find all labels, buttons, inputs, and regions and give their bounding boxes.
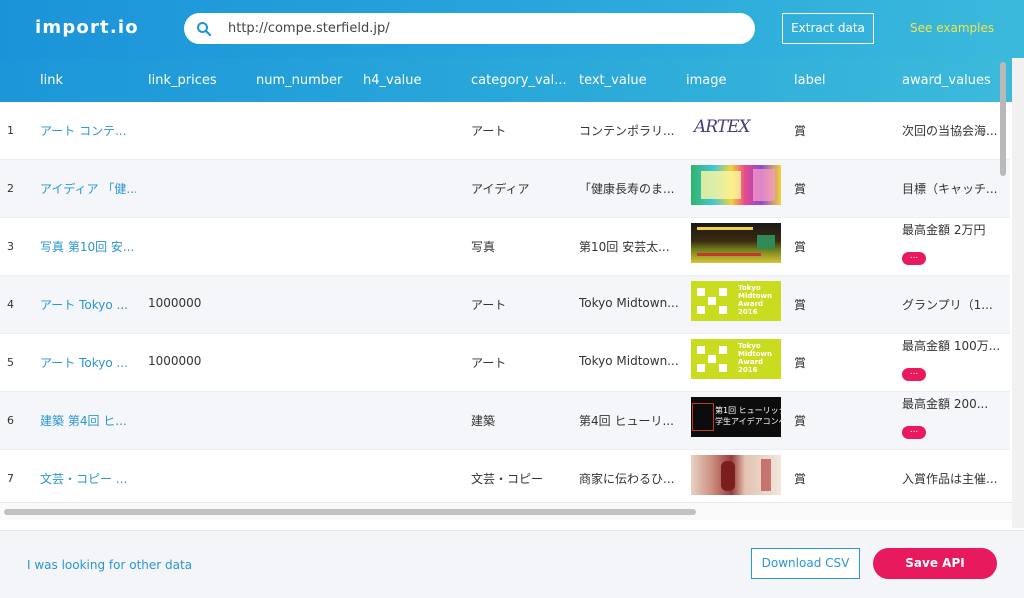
- table-row: 6 建築 第4回 ヒ... 建築 第4回 ヒューリ... 第1回 ヒューリック …: [0, 392, 1010, 450]
- row-text: 商家に伝わるひ...: [579, 472, 675, 486]
- doll-text: [761, 459, 771, 491]
- column-header-link-prices[interactable]: link_prices: [148, 73, 217, 88]
- search-icon: [197, 22, 212, 37]
- extract-data-button[interactable]: Extract data: [782, 13, 874, 44]
- table-row: 7 文芸・コピー ... 文芸・コピー 商家に伝わるひ... 賞 入賞作品は主催…: [0, 450, 1010, 508]
- poster-panel: [701, 171, 741, 199]
- url-input[interactable]: [228, 13, 728, 44]
- row-link[interactable]: アート コンテ...: [40, 122, 136, 139]
- row-image-midtown-award: Tokyo Midtown Award 2016: [691, 281, 781, 321]
- row-link[interactable]: 建築 第4回 ヒ...: [40, 412, 136, 429]
- table-row: 3 写真 第10回 安... 写真 第10回 安芸太... 賞 最高金額 2万円…: [0, 218, 1010, 276]
- row-text: 第4回 ヒューリ...: [579, 414, 674, 428]
- table-row: 5 アート Tokyo ... 1000000 アート Tokyo Midtow…: [0, 334, 1010, 392]
- row-link[interactable]: アート Tokyo ...: [40, 354, 136, 371]
- import-io-logo[interactable]: import.io: [35, 17, 139, 38]
- more-button[interactable]: ...: [902, 426, 926, 439]
- row-text: 「健康長寿のま...: [579, 182, 675, 196]
- url-search-box[interactable]: [184, 13, 755, 44]
- row-image-poster: [691, 165, 781, 205]
- column-header-award-values[interactable]: award_values: [902, 73, 991, 88]
- row-image-dolls: [691, 455, 781, 495]
- vertical-scrollbar[interactable]: [1012, 58, 1024, 528]
- midtown-award-text: Tokyo Midtown Award 2016: [738, 342, 772, 374]
- other-data-link[interactable]: I was looking for other data: [27, 558, 192, 572]
- column-header-category-value[interactable]: category_val...: [471, 73, 567, 88]
- midtown-award-text: Tokyo Midtown Award 2016: [738, 284, 772, 316]
- banner-stripe: [697, 227, 753, 230]
- row-number: 4: [7, 298, 14, 311]
- row-link[interactable]: アイディア 「健...: [40, 180, 136, 197]
- row-image-artex: ARTEX: [691, 107, 781, 147]
- column-header-h4-value[interactable]: h4_value: [363, 73, 422, 88]
- row-award: 目標（キャッチ...: [902, 182, 998, 196]
- see-examples-link[interactable]: See examples: [910, 21, 994, 35]
- row-number: 1: [7, 124, 14, 137]
- midtown-award-mark: [697, 346, 727, 372]
- row-link[interactable]: 文芸・コピー ...: [40, 470, 136, 487]
- row-number: 6: [7, 414, 14, 427]
- row-award: 入賞作品は主催...: [902, 472, 998, 486]
- column-header-text-value[interactable]: text_value: [579, 73, 647, 88]
- row-text: 第10回 安芸太...: [579, 240, 670, 254]
- row-number: 3: [7, 240, 14, 253]
- row-category: アート: [471, 298, 507, 312]
- row-text: コンテンポラリ...: [579, 124, 675, 138]
- row-number: 7: [7, 472, 14, 485]
- row-label: 賞: [794, 298, 807, 312]
- row-image-hulic-banner: 第1回 ヒューリック 学生アイデアコンペ: [691, 397, 781, 437]
- row-image-midtown-award: Tokyo Midtown Award 2016: [691, 339, 781, 379]
- row-link[interactable]: 写真 第10回 安...: [40, 238, 136, 255]
- more-button[interactable]: ...: [902, 368, 926, 381]
- row-price: 1000000: [148, 354, 202, 368]
- table-row: 1 アート コンテ... アート コンテンポラリ... ARTEX 賞 次回の当…: [0, 102, 1010, 160]
- row-image-photo-contest: [691, 223, 781, 263]
- row-label: 賞: [794, 240, 807, 254]
- row-category: 建築: [471, 414, 496, 428]
- row-number: 2: [7, 182, 14, 195]
- top-bar: import.io Extract data See examples: [0, 0, 1024, 58]
- row-category: 文芸・コピー: [471, 472, 544, 486]
- banner-stripe: [697, 253, 761, 256]
- footer-bar: I was looking for other data Download CS…: [0, 530, 1024, 598]
- row-label: 賞: [794, 124, 807, 138]
- row-award: 最高金額 200...: [902, 397, 989, 411]
- doll-figure: [721, 461, 735, 491]
- midtown-award-mark: [697, 288, 727, 314]
- table-row: 2 アイディア 「健... アイディア 「健康長寿のま... 賞 目標（キャッチ…: [0, 160, 1010, 218]
- column-header-label[interactable]: label: [794, 73, 825, 88]
- column-header-link[interactable]: link: [40, 73, 63, 88]
- banner-block: [757, 235, 775, 249]
- column-header-num-number[interactable]: num_number: [256, 73, 342, 88]
- row-award: 最高金額 2万円: [902, 223, 986, 237]
- row-label: 賞: [794, 472, 807, 486]
- row-text: Tokyo Midtown...: [579, 354, 679, 368]
- row-label: 賞: [794, 356, 807, 370]
- row-label: 賞: [794, 182, 807, 196]
- more-button[interactable]: ...: [902, 252, 926, 265]
- row-award: グランプリ（1...: [902, 298, 993, 312]
- table-header: link link_prices num_number h4_value cat…: [0, 58, 1012, 102]
- poster-panel: [753, 169, 775, 201]
- row-price: 1000000: [148, 296, 202, 310]
- vertical-scroll-thumb[interactable]: [1000, 62, 1006, 176]
- banner-mark: [692, 403, 714, 431]
- row-text: Tokyo Midtown...: [579, 296, 679, 310]
- row-category: アイディア: [471, 182, 530, 196]
- download-csv-button[interactable]: Download CSV: [751, 548, 860, 579]
- row-award: 最高金額 100万...: [902, 339, 1000, 353]
- hulic-banner-text: 第1回 ヒューリック 学生アイデアコンペ: [715, 406, 781, 426]
- row-link[interactable]: アート Tokyo ...: [40, 296, 136, 313]
- save-api-button[interactable]: Save API: [873, 548, 997, 579]
- table-row: 4 アート Tokyo ... 1000000 アート Tokyo Midtow…: [0, 276, 1010, 334]
- row-category: アート: [471, 124, 507, 138]
- row-label: 賞: [794, 414, 807, 428]
- row-category: 写真: [471, 240, 496, 254]
- artex-logo-text: ARTEX: [694, 117, 751, 137]
- row-number: 5: [7, 356, 14, 369]
- column-header-image[interactable]: image: [686, 73, 727, 88]
- horizontal-scroll-thumb[interactable]: [4, 509, 696, 515]
- row-category: アート: [471, 356, 507, 370]
- row-award: 次回の当協会海...: [902, 124, 998, 138]
